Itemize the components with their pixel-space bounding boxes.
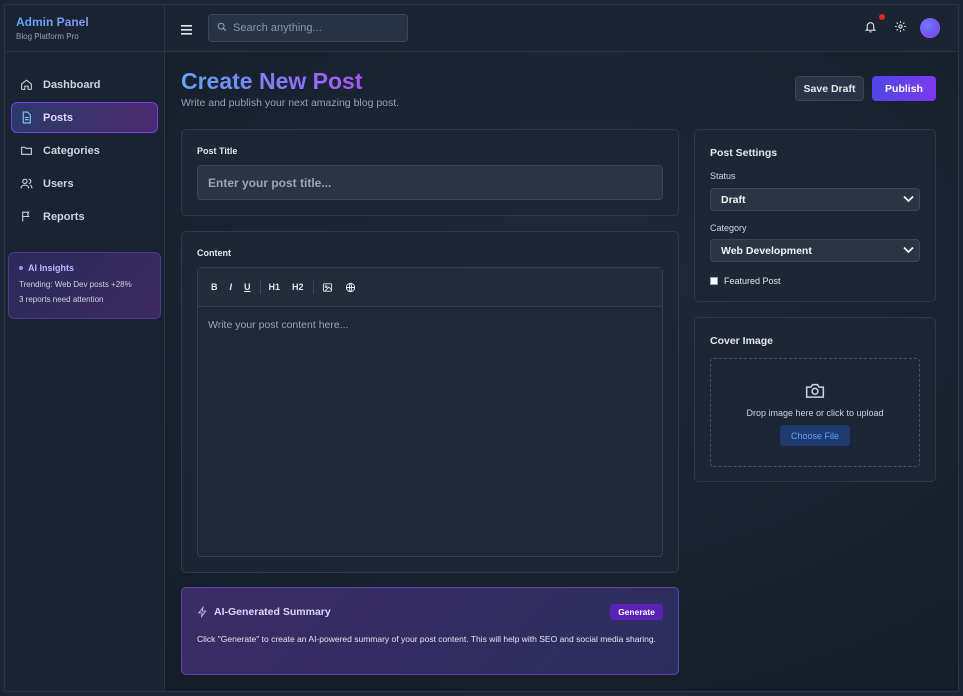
camera-icon [805,382,825,404]
brand-title: Admin Panel [16,15,153,29]
search-box [208,14,408,42]
sidebar: Admin Panel Blog Platform Pro Dashboard … [5,5,165,691]
sidebar-item-categories[interactable]: Categories [11,135,158,166]
content-card: Content B I U H1 H2 [181,231,679,573]
category-value: Web Development [721,244,812,257]
brand-subtitle: Blog Platform Pro [16,32,79,41]
underline-button[interactable]: U [240,282,255,292]
notification-badge [879,14,885,20]
editor-toolbar: B I U H1 H2 [198,268,662,307]
ai-insights-line: Trending: Web Dev posts +28% [19,280,132,289]
sidebar-item-label: Posts [43,111,73,124]
category-label: Category [710,223,747,233]
status-select[interactable]: Draft [710,188,920,211]
dot-icon [19,266,23,270]
search-input[interactable] [233,22,393,34]
sidebar-item-posts[interactable]: Posts [11,102,158,133]
publish-button[interactable]: Publish [872,76,936,101]
app-window: Admin Panel Blog Platform Pro Dashboard … [4,4,959,692]
ai-insights-card: AI Insights Trending: Web Dev posts +28%… [8,252,161,319]
bold-button[interactable]: B [207,282,222,292]
page-title: Create New Post [181,68,363,94]
home-icon [20,78,34,92]
ai-insights-header: AI Insights [19,263,150,273]
status-value: Draft [721,193,746,206]
sidebar-nav: Dashboard Posts Categories Users Reports [5,52,164,232]
folder-icon [20,144,34,158]
sidebar-item-label: Reports [43,210,85,223]
ai-insights-line: 3 reports need attention [19,295,104,304]
chevron-down-icon [903,245,914,257]
gear-icon[interactable] [894,20,907,38]
ai-summary-card: AI-Generated Summary Generate Click "Gen… [181,587,679,675]
sidebar-item-label: Dashboard [43,78,101,91]
main-content: Create New Post Write and publish your n… [165,52,958,691]
document-icon [20,111,34,125]
italic-button[interactable]: I [226,282,237,292]
page-subtitle: Write and publish your next amazing blog… [181,97,400,109]
sidebar-item-label: Categories [43,144,100,157]
toolbar-divider [259,280,261,294]
toolbar-divider [312,280,314,294]
brand: Admin Panel Blog Platform Pro [5,5,164,52]
users-icon [20,177,34,191]
cover-image-title: Cover Image [710,335,774,347]
post-title-card: Post Title [181,129,679,216]
image-icon[interactable] [318,282,337,293]
heading1-button[interactable]: H1 [265,282,285,292]
heading2-button[interactable]: H2 [288,282,308,292]
link-icon[interactable] [341,282,360,293]
chevron-down-icon [903,194,914,206]
cover-image-card: Cover Image Drop image here or click to … [694,317,936,482]
featured-label: Featured Post [724,276,781,286]
content-textarea[interactable] [198,308,662,556]
ai-summary-text: Click "Generate" to create an AI-powered… [197,634,656,644]
choose-file-button[interactable]: Choose File [780,425,850,446]
dropzone-text: Drop image here or click to upload [746,408,884,418]
flag-icon [20,210,34,224]
post-title-label: Post Title [197,146,238,156]
featured-post-option[interactable]: Featured Post [710,276,781,286]
avatar[interactable] [920,18,940,38]
content-label: Content [197,248,231,258]
lightning-icon [197,606,207,618]
post-title-input[interactable] [197,165,663,200]
save-draft-button[interactable]: Save Draft [795,76,864,101]
topbar [165,5,958,52]
post-settings-card: Post Settings Status Draft Category Web … [694,129,936,302]
category-select[interactable]: Web Development [710,239,920,262]
sidebar-item-reports[interactable]: Reports [11,201,158,232]
generate-button[interactable]: Generate [610,604,663,620]
search-icon [217,19,227,37]
ai-insights-title: AI Insights [28,263,75,273]
sidebar-item-label: Users [43,177,74,190]
sidebar-item-users[interactable]: Users [11,168,158,199]
ai-summary-title: AI-Generated Summary [214,606,331,618]
menu-icon[interactable] [181,22,192,40]
bell-icon[interactable] [864,20,877,39]
featured-checkbox[interactable] [710,277,718,285]
status-label: Status [710,171,736,181]
image-dropzone[interactable]: Drop image here or click to upload Choos… [710,358,920,467]
ai-summary-header: AI-Generated Summary [197,606,331,618]
rich-text-editor: B I U H1 H2 [197,267,663,557]
post-settings-title: Post Settings [710,147,778,159]
sidebar-item-dashboard[interactable]: Dashboard [11,69,158,100]
